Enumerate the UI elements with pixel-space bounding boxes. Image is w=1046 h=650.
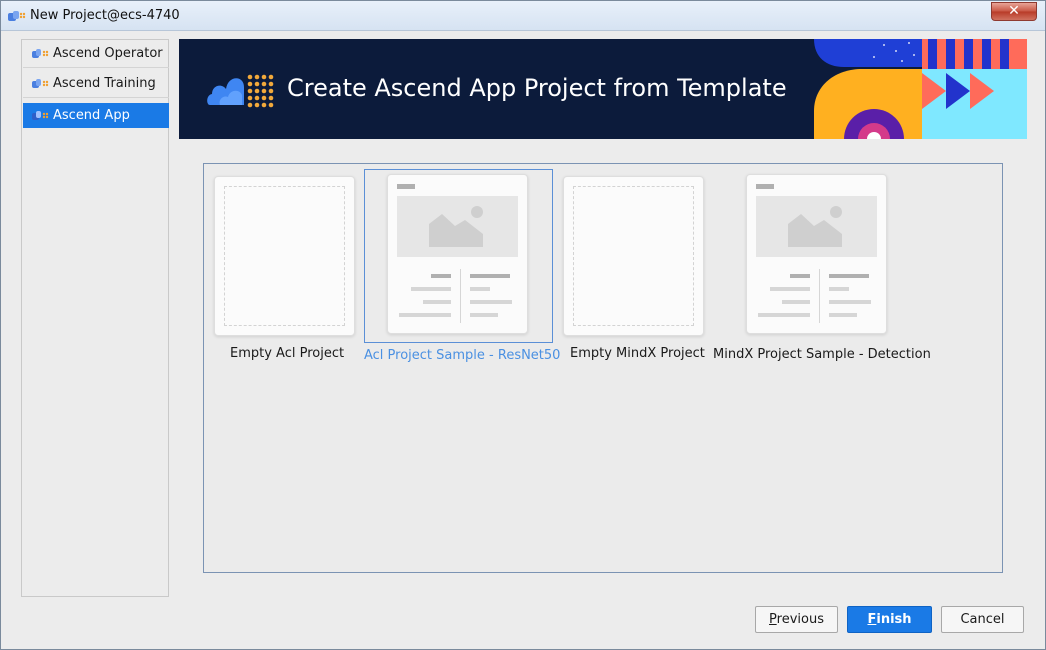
ascend-logo-icon — [207, 74, 274, 108]
sidebar-item-ascend-app[interactable]: Ascend App — [23, 103, 169, 128]
close-button[interactable]: ✕ — [991, 2, 1037, 21]
sidebar-item-label: Ascend Operator — [53, 46, 163, 61]
finish-label-rest: inish — [876, 612, 912, 627]
ascend-app-icon — [32, 111, 49, 120]
template-gallery: Empty Acl Project Acl Project Sample - R… — [203, 163, 1003, 573]
finish-button[interactable]: Finish — [847, 606, 932, 633]
new-project-dialog: New Project@ecs-4740 ✕ Ascend Operator A… — [0, 0, 1046, 650]
template-label: Empty Acl Project — [230, 346, 345, 361]
empty-placeholder — [224, 186, 345, 326]
window-title: New Project@ecs-4740 — [30, 8, 180, 23]
ascend-app-icon — [8, 11, 26, 21]
template-label: Acl Project Sample - ResNet50 — [364, 348, 561, 363]
previous-mnemonic: P — [769, 612, 777, 627]
title-bar: New Project@ecs-4740 ✕ — [1, 1, 1045, 31]
banner-title: Create Ascend App Project from Template — [287, 74, 787, 102]
sample-preview-icon — [756, 184, 877, 323]
sample-preview-icon — [397, 184, 518, 323]
decorative-art-icon — [814, 39, 1027, 139]
template-thumbnail — [746, 174, 887, 334]
ascend-training-icon — [32, 79, 49, 88]
template-thumbnail — [387, 174, 528, 334]
empty-placeholder — [573, 186, 694, 326]
template-thumbnail — [214, 176, 355, 336]
template-label: Empty MindX Project — [570, 346, 705, 361]
sidebar-item-ascend-training[interactable]: Ascend Training — [23, 70, 169, 98]
header-banner: Create Ascend App Project from Template — [179, 39, 1027, 139]
previous-label-rest: revious — [776, 612, 824, 627]
previous-button[interactable]: Previous — [755, 606, 838, 633]
cancel-button[interactable]: Cancel — [941, 606, 1024, 633]
sidebar-item-label: Ascend App — [53, 108, 130, 123]
sidebar-item-label: Ascend Training — [53, 76, 156, 91]
template-thumbnail — [563, 176, 704, 336]
template-label: MindX Project Sample - Detection — [713, 347, 931, 362]
project-type-sidebar: Ascend Operator Ascend Training Ascend A… — [21, 39, 169, 597]
ascend-operator-icon — [32, 49, 49, 58]
sidebar-item-ascend-operator[interactable]: Ascend Operator — [23, 40, 169, 68]
